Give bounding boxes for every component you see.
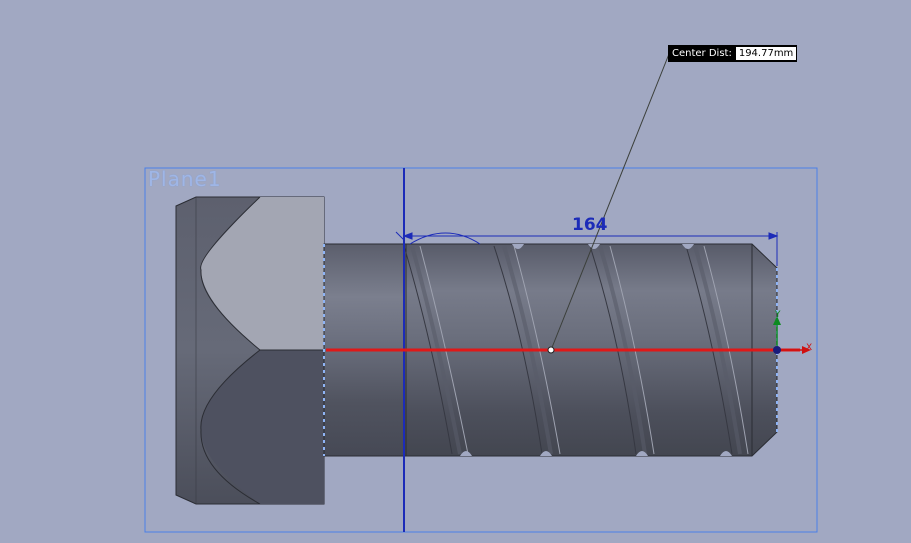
measure-point[interactable] (547, 346, 555, 354)
measure-value: 194.77mm (734, 47, 797, 60)
dimension-value[interactable]: 164 (572, 215, 608, 235)
plane-label[interactable]: Plane1 (148, 167, 222, 191)
x-axis-label: X (806, 343, 813, 353)
measure-tooltip: Center Dist: 194.77mm (668, 45, 798, 62)
y-axis-label: Y (775, 310, 781, 320)
bolt-head[interactable] (175, 196, 325, 505)
graphics-viewport[interactable]: Plane1 164 Center Dist: 194.77mm X Y (0, 0, 911, 543)
measure-label: Center Dist: (672, 48, 732, 59)
model-scene[interactable] (0, 0, 911, 543)
